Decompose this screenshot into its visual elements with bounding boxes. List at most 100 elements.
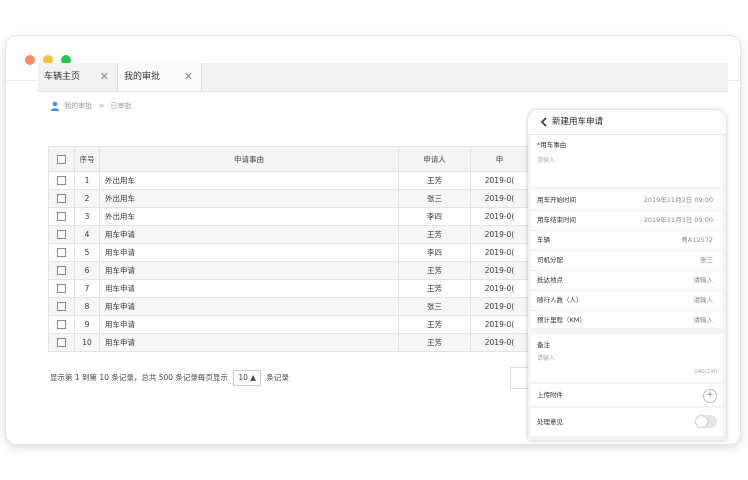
row-select-cell — [48, 315, 75, 334]
close-icon[interactable]: ✕ — [100, 63, 109, 91]
table-row[interactable]: 6 用车申请 王芳 2019-0( — [48, 261, 529, 280]
cell-time: 2019-0( — [470, 189, 529, 208]
reason-input[interactable]: 请输入 — [537, 155, 555, 164]
destination-input[interactable]: 请输入 — [694, 270, 714, 290]
tab-my-approval[interactable]: 我的审批 ✕ — [118, 63, 202, 91]
cell-reason: 用车申请 — [99, 243, 399, 262]
row-select-cell — [48, 261, 75, 280]
vehicle-label: 车辆 — [537, 236, 550, 244]
row-select-cell — [48, 333, 75, 352]
cell-seq: 10 — [74, 333, 100, 352]
panel-title: 新建用车申请 — [552, 117, 604, 127]
close-icon[interactable]: ✕ — [184, 63, 193, 91]
pagination-summary: 显示第 1 到第 10 条记录，总共 500 条记录每页显示 — [50, 373, 228, 382]
row-checkbox[interactable] — [57, 194, 66, 204]
destination-row[interactable]: 抵达地点 请输入 — [531, 270, 723, 291]
tab-bar: 车辆主页 ✕ 我的审批 ✕ — [38, 63, 728, 92]
end-time-value: 2019年11月3日 09:00 — [643, 216, 713, 224]
mileage-row[interactable]: 预计里程（KM） 请输入 — [531, 310, 723, 330]
breadcrumb-separator: > — [98, 102, 105, 110]
mileage-label: 预计里程（KM） — [537, 316, 586, 324]
start-time-row[interactable]: 用车开始时间 2019年11月2日 09:00 — [531, 190, 723, 211]
row-checkbox[interactable] — [57, 266, 66, 276]
remark-label: 备注 — [537, 341, 550, 349]
end-time-label: 用车结束时间 — [537, 216, 576, 224]
cell-applicant: 李四 — [398, 207, 471, 226]
table-row[interactable]: 3 外出用车 李四 2019-0( — [48, 207, 529, 226]
table-row[interactable]: 5 用车申请 李四 2019-0( — [48, 243, 529, 262]
cell-reason: 外出用车 — [99, 207, 399, 226]
cell-time: 2019-0( — [470, 315, 529, 334]
row-checkbox[interactable] — [57, 338, 66, 348]
table-row[interactable]: 9 用车申请 王芳 2019-0( — [48, 315, 529, 334]
cell-seq: 4 — [74, 225, 100, 244]
start-time-label: 用车开始时间 — [537, 196, 576, 204]
opinion-row: 处理意见 — [531, 408, 723, 436]
back-arrow-icon[interactable] — [539, 117, 549, 127]
row-select-cell — [48, 207, 75, 226]
row-checkbox[interactable] — [57, 230, 66, 240]
cell-seq: 2 — [74, 189, 100, 208]
new-vehicle-request-panel: 新建用车申请 *用车事由 请输入 用车开始时间 2019年11月2日 09:00… — [528, 110, 726, 440]
driver-row[interactable]: 司机分配 张三 — [531, 250, 723, 271]
approval-table: 序号 申请事由 申请人 申 1 外出用车 王芳 2019-0( 2 外出用车 张… — [48, 146, 529, 352]
breadcrumb-item-my-approval[interactable]: 我的审批 — [64, 102, 92, 110]
remark-section: 备注 请输入 140/140 — [531, 334, 723, 382]
opinion-toggle[interactable] — [695, 415, 717, 428]
row-select-cell — [48, 189, 75, 208]
row-select-cell — [48, 171, 75, 190]
breadcrumb: 我的审批 > 已审批 — [50, 99, 132, 113]
attachment-row[interactable]: 上传附件 + — [531, 384, 723, 406]
vehicle-value: 粤A12572 — [681, 236, 713, 244]
cell-time: 2019-0( — [470, 243, 529, 262]
cell-applicant: 王芳 — [398, 225, 471, 244]
remark-input[interactable]: 请输入 — [537, 353, 555, 362]
row-checkbox[interactable] — [57, 176, 66, 186]
end-time-row[interactable]: 用车结束时间 2019年11月3日 09:00 — [531, 210, 723, 231]
table-row[interactable]: 10 用车申请 王芳 2019-0( — [48, 333, 529, 352]
panel-header: 新建用车申请 — [528, 110, 726, 135]
close-window-button[interactable] — [25, 55, 35, 65]
cell-reason: 外出用车 — [99, 171, 399, 190]
row-select-cell — [48, 243, 75, 262]
cell-applicant: 王芳 — [398, 171, 471, 190]
vehicle-row[interactable]: 车辆 粤A12572 — [531, 230, 723, 251]
row-checkbox[interactable] — [57, 320, 66, 330]
cell-applicant: 李四 — [398, 243, 471, 262]
row-select-cell — [48, 225, 75, 244]
mileage-input[interactable]: 请输入 — [694, 310, 714, 330]
row-checkbox[interactable] — [57, 302, 66, 312]
row-checkbox[interactable] — [57, 284, 66, 294]
cell-seq: 1 — [74, 171, 100, 190]
cell-seq: 5 — [74, 243, 100, 262]
toggle-knob — [696, 416, 707, 427]
driver-value: 张三 — [700, 256, 713, 264]
table-row[interactable]: 8 用车申请 张三 2019-0( — [48, 297, 529, 316]
passengers-label: 随行人数（人） — [537, 296, 583, 304]
row-checkbox[interactable] — [57, 248, 66, 258]
passengers-row[interactable]: 随行人数（人） 请输入 — [531, 290, 723, 311]
cell-seq: 7 — [74, 279, 100, 298]
cell-applicant: 王芳 — [398, 279, 471, 298]
page-size-select[interactable]: 10 ▲ — [233, 370, 262, 386]
column-header-seq: 序号 — [74, 146, 100, 172]
table-row[interactable]: 2 外出用车 张三 2019-0( — [48, 189, 529, 208]
opinion-label: 处理意见 — [537, 418, 563, 426]
table-row[interactable]: 1 外出用车 王芳 2019-0( — [48, 171, 529, 190]
passengers-input[interactable]: 请输入 — [694, 290, 714, 310]
cell-seq: 8 — [74, 297, 100, 316]
add-attachment-icon[interactable]: + — [703, 389, 717, 403]
cell-seq: 6 — [74, 261, 100, 280]
cell-time: 2019-0( — [470, 171, 529, 190]
reason-section: *用车事由 请输入 — [531, 135, 723, 187]
row-checkbox[interactable] — [57, 212, 66, 222]
cell-reason: 用车申请 — [99, 333, 399, 352]
cell-time: 2019-0( — [470, 279, 529, 298]
select-all-checkbox[interactable] — [57, 154, 66, 164]
select-all-cell — [48, 146, 75, 172]
start-time-value: 2019年11月2日 09:00 — [643, 196, 713, 204]
table-row[interactable]: 4 用车申请 王芳 2019-0( — [48, 225, 529, 244]
table-row[interactable]: 7 用车申请 王芳 2019-0( — [48, 279, 529, 298]
tab-vehicle-home[interactable]: 车辆主页 ✕ — [38, 63, 118, 91]
remark-counter: 140/140 — [694, 369, 717, 375]
